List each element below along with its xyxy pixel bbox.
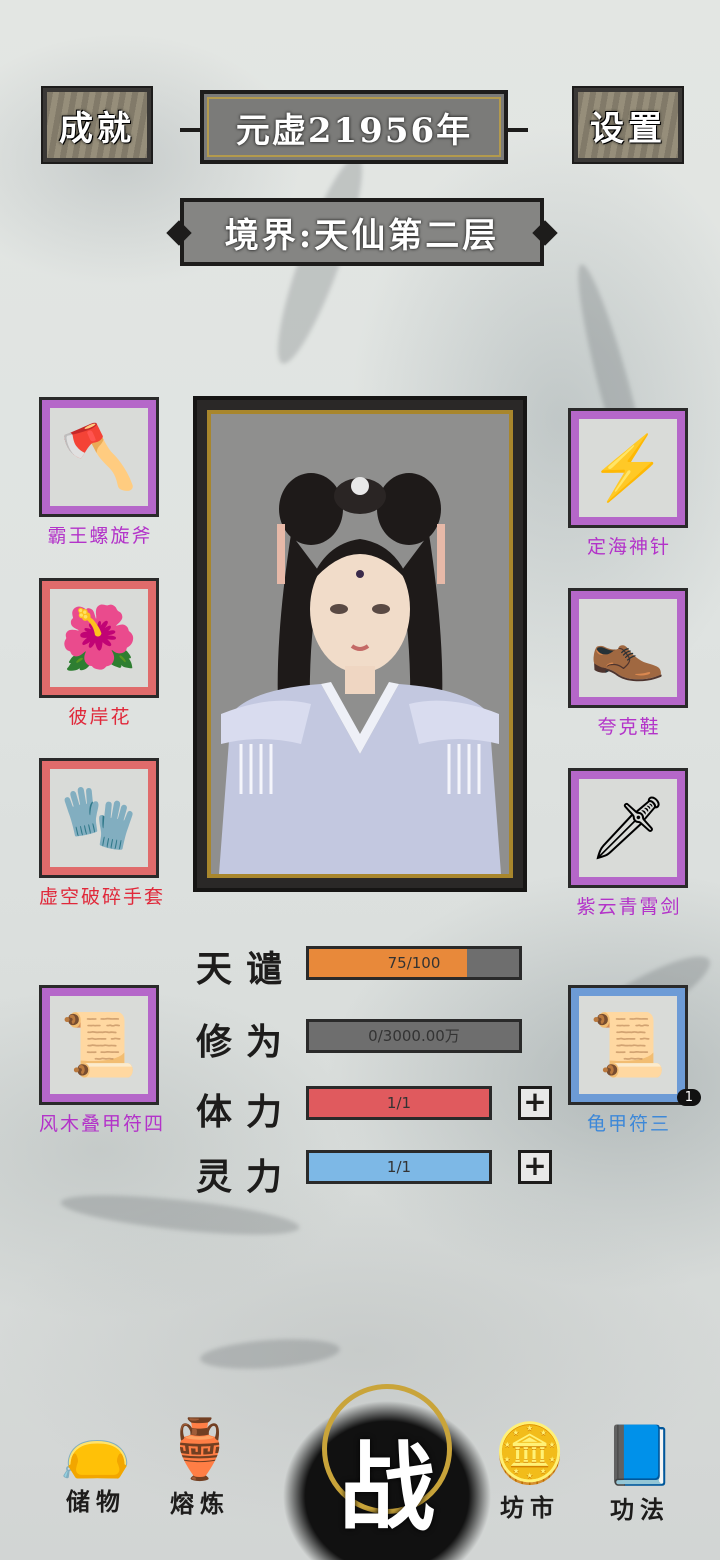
achievements-label: 成就 xyxy=(59,108,135,149)
add-lingli-button[interactable]: + xyxy=(518,1150,552,1184)
stat-label-tianqian: 天谴 xyxy=(196,948,297,990)
book-icon: 📘 xyxy=(603,1421,677,1489)
nav-market-label: 坊市 xyxy=(500,1493,560,1522)
portrait-frame xyxy=(207,410,513,878)
nav-storage[interactable]: 👝 储物 xyxy=(46,1412,146,1517)
talisman-icon: 📜 xyxy=(50,996,148,1094)
lingli-bar: 1/1 xyxy=(306,1150,492,1184)
lingli-value: 1/1 xyxy=(386,1158,412,1176)
item-name: 紫云青霄剑 xyxy=(576,896,682,918)
boots-icon: 👞 xyxy=(579,599,677,697)
equip-slot-sword[interactable]: 🗡 紫云青霄剑 xyxy=(568,768,690,919)
character-portrait[interactable] xyxy=(193,396,527,892)
tianqian-bar: 75/100 xyxy=(306,946,522,980)
item-frame: 📜 xyxy=(39,985,159,1105)
battle-button[interactable]: 战 xyxy=(282,1370,492,1560)
item-name: 虚空破碎手套 xyxy=(39,886,166,908)
item-name: 定海神针 xyxy=(586,536,671,558)
item-name: 彼岸花 xyxy=(68,706,132,728)
battle-label: 战 xyxy=(339,1431,435,1544)
stat-label-tili: 体力 xyxy=(196,1091,297,1133)
item-frame: 🌺 xyxy=(39,578,159,698)
equip-slot-boots[interactable]: 👞 夸克鞋 xyxy=(568,588,690,739)
axe-icon: 🪓 xyxy=(50,408,148,506)
item-count-badge: 1 xyxy=(676,1089,701,1106)
add-tili-button[interactable]: + xyxy=(518,1086,552,1120)
equip-slot-flower[interactable]: 🌺 彼岸花 xyxy=(39,578,161,729)
stat-label-lingli: 灵力 xyxy=(196,1156,297,1198)
tianqian-value: 75/100 xyxy=(387,954,441,972)
realm-text: 境界:天仙第二层 xyxy=(224,215,500,256)
xiuwei-bar: 0/3000.00万 xyxy=(306,1019,522,1053)
pouch-icon: 👝 xyxy=(59,1413,133,1481)
realm-display: 境界:天仙第二层 xyxy=(180,198,544,266)
tili-value: 1/1 xyxy=(386,1094,412,1112)
cultivator-figure-icon xyxy=(211,414,509,874)
item-name: 霸王螺旋斧 xyxy=(47,525,153,547)
nav-market[interactable]: 🪙 坊市 xyxy=(480,1418,580,1523)
item-frame: 📜 1 xyxy=(568,985,701,1106)
achievements-button[interactable]: 成就 xyxy=(41,86,153,164)
item-frame: 👞 xyxy=(568,588,688,708)
item-frame: ⚡ xyxy=(568,408,688,528)
item-name: 龟甲符三 xyxy=(586,1113,671,1135)
item-frame: 🗡 xyxy=(568,768,688,888)
year-display: 元虚21956年 xyxy=(180,90,528,164)
item-frame: 🪓 xyxy=(39,397,159,517)
sword-icon: 🗡 xyxy=(579,779,677,877)
xiuwei-value: 0/3000.00万 xyxy=(368,1027,460,1045)
item-frame: 🧤 xyxy=(39,758,159,878)
equip-slot-needle[interactable]: ⚡ 定海神针 xyxy=(568,408,690,559)
cauldron-icon: 🏺 xyxy=(163,1415,237,1483)
spider-lily-icon: 🌺 xyxy=(50,589,148,687)
lightning-needle-icon: ⚡ xyxy=(579,419,677,517)
equip-slot-axe[interactable]: 🪓 霸王螺旋斧 xyxy=(39,397,161,548)
gauntlet-icon: 🧤 xyxy=(50,769,148,867)
item-name: 风木叠甲符四 xyxy=(39,1113,166,1135)
stat-label-xiuwei: 修为 xyxy=(196,1021,297,1063)
item-name: 夸克鞋 xyxy=(597,716,661,738)
nav-techniques-label: 功法 xyxy=(610,1495,670,1524)
equip-slot-talisman-left[interactable]: 📜 风木叠甲符四 xyxy=(39,985,166,1136)
nav-refine[interactable]: 🏺 熔炼 xyxy=(150,1414,250,1519)
equip-slot-gloves[interactable]: 🧤 虚空破碎手套 xyxy=(39,758,166,909)
nav-storage-label: 储物 xyxy=(66,1487,126,1516)
nav-techniques[interactable]: 📘 功法 xyxy=(590,1420,690,1525)
equip-slot-talisman-right[interactable]: 📜 1 龟甲符三 xyxy=(568,985,701,1136)
year-text: 元虚21956年 xyxy=(235,110,473,151)
tili-bar: 1/1 xyxy=(306,1086,492,1120)
settings-button[interactable]: 设置 xyxy=(572,86,684,164)
settings-label: 设置 xyxy=(590,108,666,149)
talisman-icon: 📜 xyxy=(579,996,677,1094)
nav-refine-label: 熔炼 xyxy=(170,1489,230,1518)
coins-icon: 🪙 xyxy=(493,1419,567,1487)
